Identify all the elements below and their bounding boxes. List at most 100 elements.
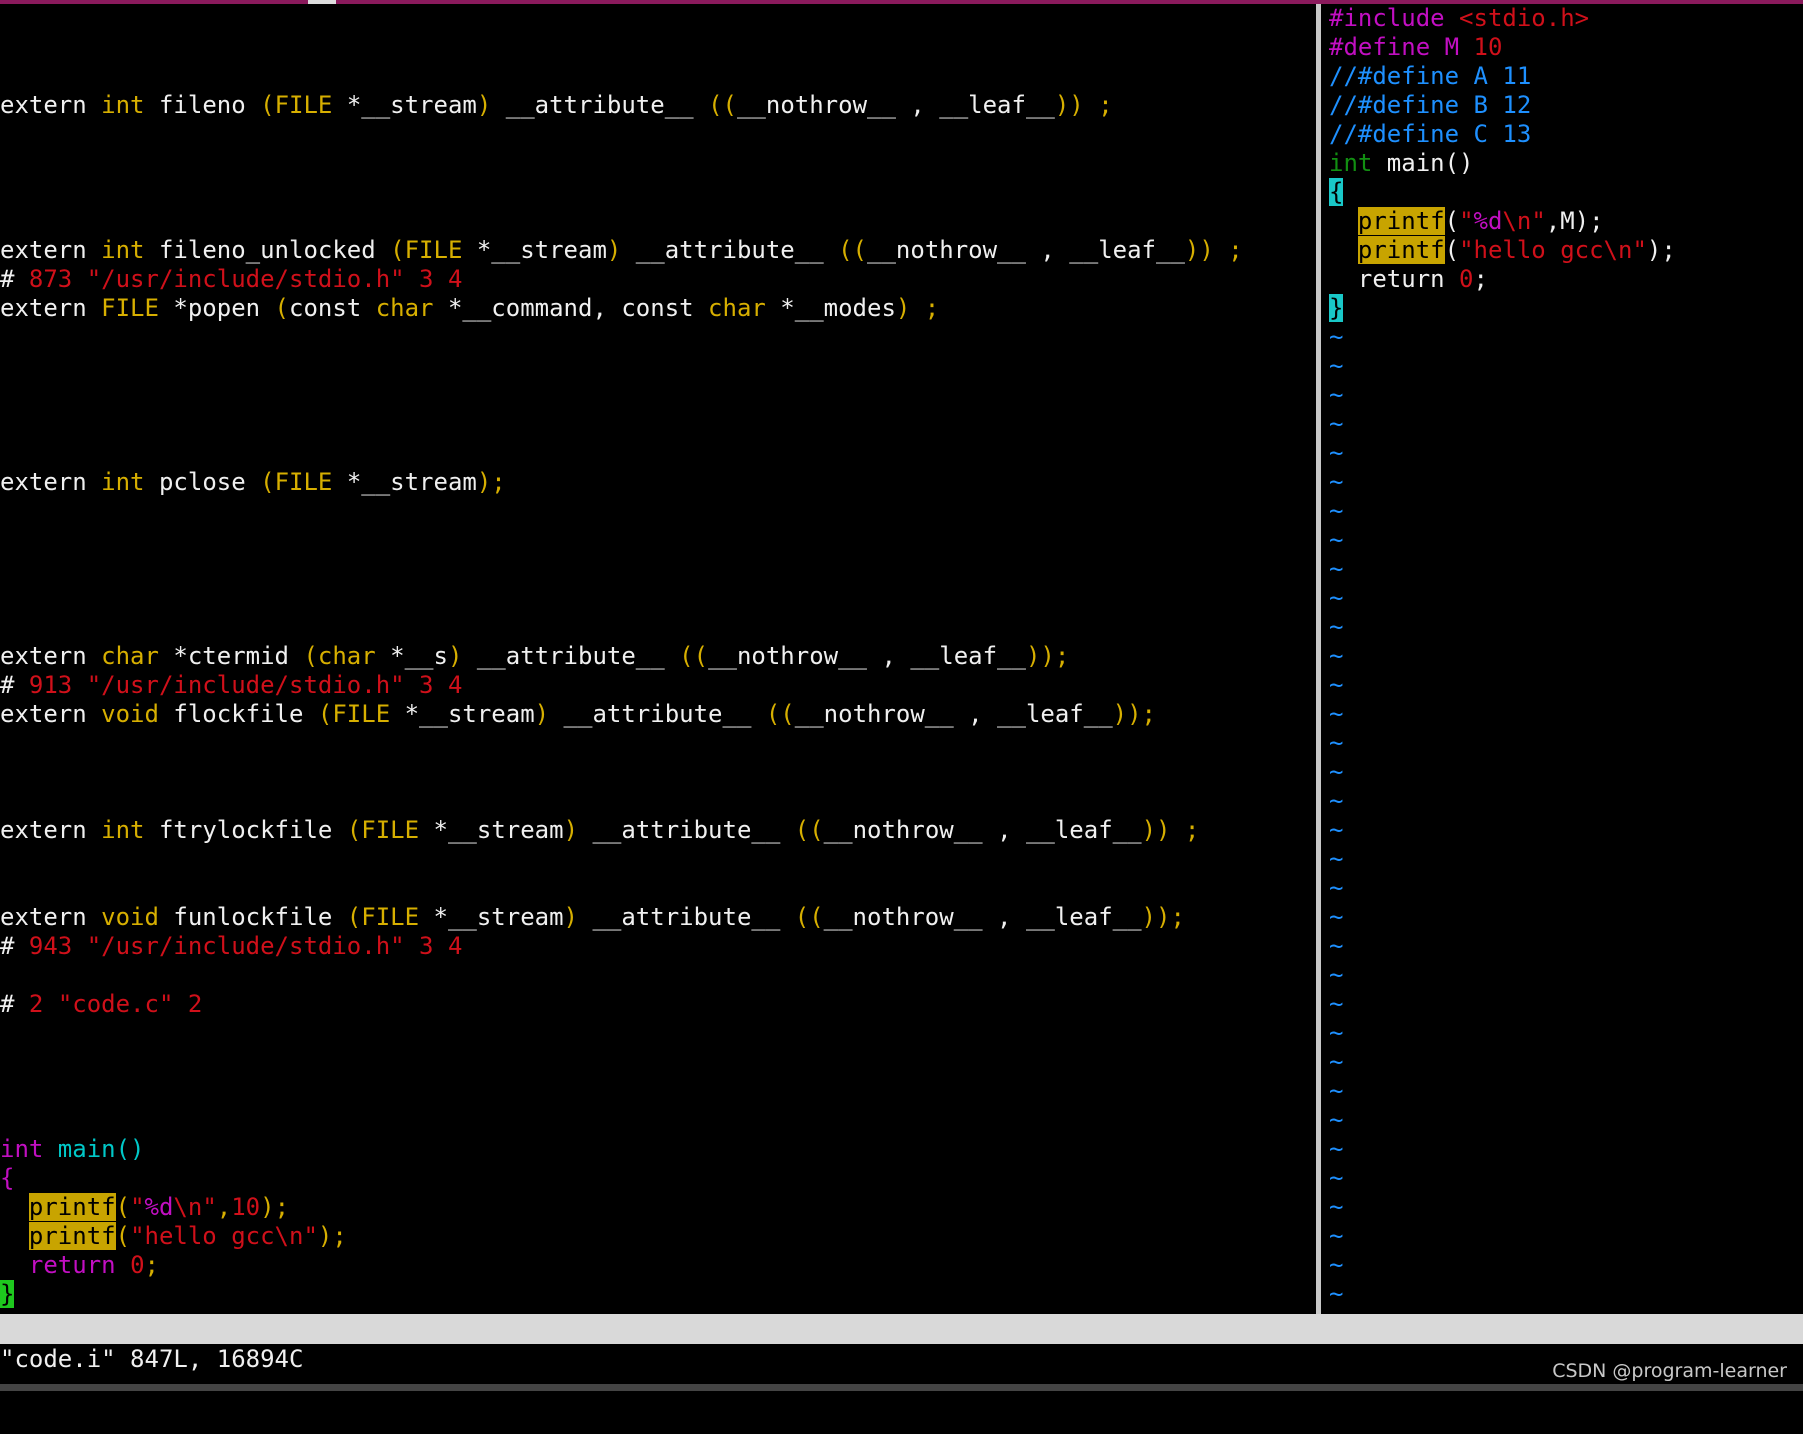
code-token: ; (144, 1251, 159, 1279)
empty-line-marker: ~ (1329, 729, 1344, 757)
code-token: # (0, 990, 29, 1018)
code-token: )); (1025, 642, 1070, 670)
code-line: extern int pclose (FILE *__stream); (0, 468, 1314, 497)
code-token: { (1329, 178, 1344, 206)
empty-line-marker: ~ (1329, 1048, 1344, 1076)
code-line: extern char *ctermid (char *__s) __attri… (0, 642, 1314, 671)
code-token: ftrylockfile (144, 816, 347, 844)
code-token: "/usr/include/stdio.h" (86, 265, 405, 293)
command-line[interactable]: "code.i" 847L, 16894C (0, 1344, 1803, 1374)
code-token: //#define A 11 (1329, 62, 1532, 90)
empty-line-marker: ~ (1329, 468, 1344, 496)
editor-pane-code-c[interactable]: #include <stdio.h> #define M 10//#define … (1329, 4, 1803, 1314)
code-token: int (101, 91, 145, 119)
empty-line-marker: ~ (1329, 352, 1344, 380)
code-token: return (28, 1251, 116, 1279)
empty-line-marker: ~ (1329, 1251, 1344, 1279)
empty-line-marker: ~ (1329, 932, 1344, 960)
code-token: , (216, 1193, 232, 1221)
empty-line-marker: ~ (1329, 787, 1344, 815)
code-token: funlockfile (158, 903, 347, 931)
code-line: printf("%d\n",M); (1329, 207, 1803, 236)
code-token: int (101, 816, 145, 844)
code-line: printf("%d\n",10); (0, 1193, 1314, 1222)
code-token: *ctermid (158, 642, 304, 670)
code-token: ( (260, 91, 275, 119)
code-token: __nothrow__ , __leaf__ (794, 700, 1113, 728)
code-line: #include <stdio.h> (1329, 4, 1803, 33)
vertical-split-divider[interactable] (1314, 4, 1329, 1314)
code-token: FILE (332, 700, 405, 728)
empty-line-marker: ~ (1329, 1106, 1344, 1134)
code-token: extern (0, 91, 102, 119)
code-token: *__stream (476, 236, 607, 264)
code-line: # 873 "/usr/include/stdio.h" 3 4 (0, 265, 1314, 294)
empty-line-marker: ~ (1329, 526, 1344, 554)
code-token: fileno (144, 91, 261, 119)
code-token: #define (1329, 33, 1445, 61)
code-token: void (101, 903, 159, 931)
empty-line-marker: ~ (1329, 990, 1344, 1018)
code-token: ( (317, 700, 333, 728)
code-line: extern FILE *popen (const char *__comman… (0, 294, 1314, 323)
code-token: "/usr/include/stdio.h" (86, 932, 405, 960)
code-token: __attribute__ (491, 91, 709, 119)
code-token: ) (563, 816, 579, 844)
code-token: main() (43, 1135, 145, 1163)
code-token: *__command, const (433, 294, 709, 322)
code-token: char (317, 642, 376, 670)
code-line: printf("hello gcc\n"); (1329, 236, 1803, 265)
code-token: )) ; (1184, 236, 1243, 264)
empty-line-marker: ~ (1329, 381, 1344, 409)
code-token: __nothrow__ , __leaf__ (823, 816, 1142, 844)
code-token: 2 (28, 990, 58, 1018)
code-token: ( (274, 294, 289, 322)
code-token: __attribute__ (578, 816, 795, 844)
code-token: (( (794, 903, 824, 931)
empty-line-marker: ~ (1329, 903, 1344, 931)
empty-line-marker: ~ (1329, 613, 1344, 641)
code-token: )); (1141, 903, 1185, 931)
code-token: ( (115, 1222, 131, 1250)
empty-line-marker: ~ (1329, 1280, 1344, 1308)
code-token: " (130, 1193, 145, 1221)
code-token: ,M); (1545, 207, 1604, 235)
code-token: ( (346, 816, 362, 844)
code-token: *__stream (433, 816, 564, 844)
code-token: ); (476, 468, 506, 496)
code-token: M (1444, 33, 1474, 61)
code-token: ( (390, 236, 405, 264)
code-line: extern void funlockfile (FILE *__stream)… (0, 903, 1314, 932)
empty-line-marker: ~ (1329, 1193, 1344, 1221)
empty-line-marker: ~ (1329, 1019, 1344, 1047)
editor-pane-code-i[interactable]: extern int fileno (FILE *__stream) __att… (0, 4, 1314, 1314)
code-token: ) (447, 642, 463, 670)
code-token: " (1459, 207, 1474, 235)
code-token: ( (1444, 236, 1460, 264)
code-token: FILE (361, 903, 434, 931)
code-token: //#define C 13 (1329, 120, 1532, 148)
code-token: ) ; (895, 294, 940, 322)
code-token: char (101, 642, 159, 670)
code-token: pclose (144, 468, 261, 496)
code-token: __attribute__ (578, 903, 795, 931)
code-line: extern int fileno (FILE *__stream) __att… (0, 91, 1314, 120)
code-token: )) ; (1054, 91, 1113, 119)
code-line: } (1329, 294, 1803, 323)
